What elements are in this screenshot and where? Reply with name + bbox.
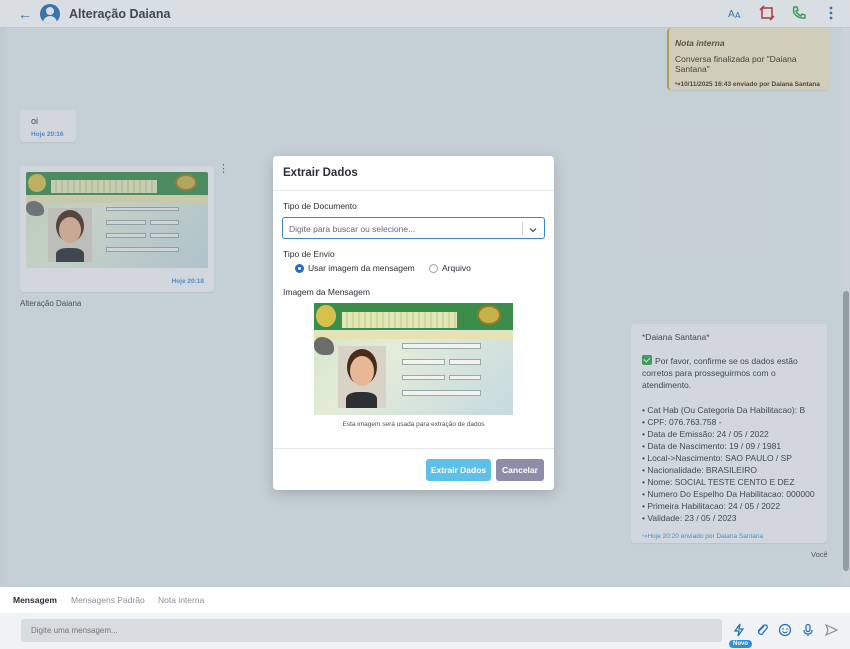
radio-button[interactable]	[295, 263, 304, 273]
doc-type-select[interactable]: Digite para buscar ou selecione...	[282, 217, 545, 239]
send-type-label: Tipo de Envio	[283, 249, 335, 259]
message-input[interactable]	[21, 619, 722, 642]
tab-internal-note[interactable]: Nota interna	[158, 595, 204, 605]
select-separator	[522, 222, 523, 235]
tab-message[interactable]: Mensagem	[13, 595, 57, 605]
radio-use-message-image[interactable]: Usar imagem da mensagem	[295, 263, 415, 273]
radio-button[interactable]	[429, 263, 438, 273]
doc-type-label: Tipo de Documento	[283, 201, 357, 211]
tab-standard-messages[interactable]: Mensagens Padrão	[71, 595, 145, 605]
composer-tabs: Mensagem Mensagens Padrão Nota interna	[0, 587, 850, 613]
cancel-button[interactable]: Cancelar	[496, 459, 544, 481]
chevron-down-icon[interactable]	[529, 223, 537, 233]
attachment-icon[interactable]	[755, 623, 769, 637]
divider	[273, 448, 554, 449]
image-label: Imagem da Mensagem	[283, 287, 370, 297]
radio-label: Usar imagem da mensagem	[308, 263, 415, 273]
radio-file[interactable]: Arquivo	[429, 263, 471, 273]
driver-license-image	[314, 303, 513, 415]
message-image-preview	[314, 303, 513, 415]
microphone-icon[interactable]	[801, 623, 815, 637]
lightning-icon[interactable]	[732, 623, 746, 637]
send-icon[interactable]	[824, 623, 839, 637]
image-caption: Esta imagem será usada para extração de …	[342, 421, 485, 428]
modal-title: Extrair Dados	[283, 167, 358, 179]
extract-data-button[interactable]: Extrair Dados	[426, 459, 491, 481]
emoji-icon[interactable]	[778, 623, 792, 637]
new-badge: Novo	[729, 640, 752, 648]
radio-label: Arquivo	[442, 263, 471, 273]
composer: Novo	[0, 613, 850, 649]
doc-type-placeholder: Digite para buscar ou selecione...	[289, 224, 416, 234]
divider	[273, 190, 554, 191]
extract-data-modal: Extrair Dados Tipo de Documento Digite p…	[273, 156, 554, 490]
